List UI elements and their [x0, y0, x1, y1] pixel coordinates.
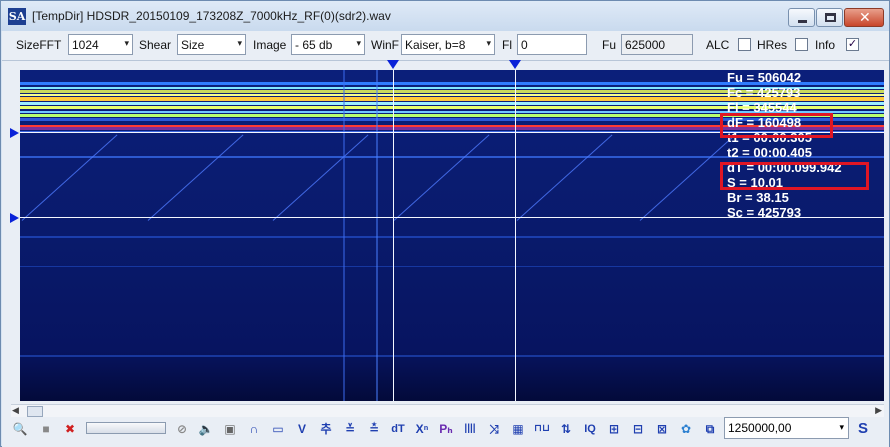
rectangle-icon[interactable]: ▭ [268, 419, 288, 439]
app-icon[interactable]: SA [8, 8, 26, 25]
scroll-thumb[interactable] [27, 406, 43, 417]
sizefft-select[interactable]: 1024 ▾ [68, 34, 133, 55]
shear-select[interactable]: Size ▾ [177, 34, 246, 55]
info-fc: Fc = 425793 [727, 85, 801, 100]
title-bar[interactable]: SA [TempDir] HDSDR_20150109_173208Z_7000… [1, 1, 889, 31]
dt-highlight-box [720, 162, 869, 190]
iq-icon[interactable]: IQ [580, 419, 600, 439]
image-value: - 65 db [295, 38, 333, 52]
hres-label: HRes [757, 38, 788, 52]
xn-icon[interactable]: Xⁿ [412, 419, 432, 439]
fu-input[interactable]: 625000 [621, 34, 693, 55]
stop-icon[interactable]: ▣ [220, 419, 240, 439]
cursor-marker-right-icon[interactable] [509, 60, 521, 69]
measurement-info: Fu = 506042 Fc = 425793 Fl = 345544 dF =… [727, 70, 842, 220]
check-icon: ✓ [847, 38, 858, 50]
updown-icon[interactable]: ⇅ [556, 419, 576, 439]
scroll-right-icon[interactable]: ▶ [875, 405, 882, 416]
vertical-trace [376, 70, 378, 401]
winf-value: Kaiser, b=8 [405, 38, 466, 52]
winf-label: WinF [371, 38, 399, 52]
pattern-b-icon[interactable]: ⊟ [628, 419, 648, 439]
v-shape-icon[interactable]: V [292, 419, 312, 439]
pattern-c-icon[interactable]: ⊠ [652, 419, 672, 439]
info-br: Br = 38.15 [727, 190, 789, 205]
chevron-down-icon: ▾ [839, 422, 844, 432]
maximize-icon [825, 13, 836, 22]
sweep-trace [272, 134, 369, 221]
table-icon[interactable]: ▦ [508, 419, 528, 439]
cross-arrows-icon[interactable]: ⤨ [484, 419, 504, 439]
window-title: [TempDir] HDSDR_20150109_173208Z_7000kHz… [32, 9, 391, 23]
bars-icon[interactable]: |||| [460, 419, 480, 439]
up-marker-icon[interactable]: 추 [316, 419, 336, 439]
fu-label: Fu [602, 38, 617, 52]
gear-icon[interactable]: ✿ [676, 419, 696, 439]
speaker-icon[interactable]: 🔈 [196, 419, 216, 439]
fl-label: Fl [502, 38, 512, 52]
cursor-marker-bottom-icon[interactable] [10, 213, 19, 223]
hres-checkbox[interactable] [795, 38, 808, 51]
signal-band [20, 236, 884, 238]
spectrogram-panel: Fu = 506042 Fc = 425793 Fl = 345544 dF =… [2, 60, 889, 402]
zoom-icon[interactable]: 🔍 [10, 419, 30, 439]
info-label: Info [815, 38, 836, 52]
ph-icon[interactable]: Pₕ [436, 419, 456, 439]
vertical-trace [343, 70, 345, 401]
frequency-value: 1250000,00 [728, 421, 792, 435]
alc-checkbox[interactable] [738, 38, 751, 51]
s-icon[interactable]: S [853, 419, 873, 439]
chevron-down-icon: ▾ [237, 38, 242, 48]
no-icon[interactable]: ⊘ [172, 419, 192, 439]
square-wave-icon[interactable]: ⊓⊔ [532, 419, 552, 439]
signal-band [20, 355, 884, 357]
down-marker-icon[interactable]: ≚ [340, 419, 360, 439]
scroll-left-icon[interactable]: ◀ [12, 405, 19, 416]
sweep-trace [393, 134, 490, 221]
cursor-marker-left-icon[interactable] [387, 60, 399, 69]
signal-band [20, 266, 884, 267]
save-icon[interactable]: ■ [36, 419, 56, 439]
image-select[interactable]: - 65 db ▾ [291, 34, 365, 55]
copy-icon[interactable]: ⧉ [700, 419, 720, 439]
double-marker-icon[interactable]: ≛ [364, 419, 384, 439]
frequency-select[interactable]: 1250000,00 ▾ [724, 417, 849, 439]
sizefft-label: SizeFFT [16, 38, 62, 52]
cursor-marker-top-icon[interactable] [10, 128, 19, 138]
sweep-trace [147, 134, 244, 221]
sweep-trace [516, 134, 613, 221]
alc-label: ALC [706, 38, 730, 52]
winf-select[interactable]: Kaiser, b=8 ▾ [401, 34, 495, 55]
close-button[interactable]: ✕ [844, 8, 884, 27]
horizontal-scrollbar[interactable]: ◀ ▶ [11, 404, 884, 417]
close-icon: ✕ [859, 9, 871, 25]
maximize-button[interactable] [816, 8, 843, 27]
info-checkbox[interactable]: ✓ [846, 38, 859, 51]
minimize-button[interactable] [788, 8, 815, 27]
app-window: SA [TempDir] HDSDR_20150109_173208Z_7000… [0, 0, 890, 447]
sizefft-value: 1024 [72, 38, 99, 52]
pattern-a-icon[interactable]: ⊞ [604, 419, 624, 439]
info-sc: Sc = 425793 [727, 205, 802, 220]
image-label: Image [253, 38, 287, 52]
arc-icon[interactable]: ∩ [244, 419, 264, 439]
shear-value: Size [181, 38, 205, 52]
bottom-toolbar: ◀ ▶ 🔍 ■ ✖ ⊘ 🔈 ▣ ∩ ▭ V 추 ≚ ≛ dT Xⁿ Pₕ |||… [2, 402, 889, 447]
info-t2: t2 = 00:00.405 [727, 145, 812, 160]
volume-slider[interactable] [86, 422, 166, 434]
chevron-down-icon: ▾ [486, 38, 491, 48]
shear-label: Shear [139, 38, 172, 52]
info-fu: Fu = 506042 [727, 70, 802, 85]
minimize-icon [798, 20, 807, 23]
time-cursor-right[interactable] [515, 70, 516, 401]
delete-icon[interactable]: ✖ [60, 419, 80, 439]
chevron-down-icon: ▾ [356, 38, 361, 48]
fl-input[interactable]: 0 [517, 34, 587, 55]
chevron-down-icon: ▾ [124, 38, 129, 48]
top-toolbar: SizeFFT 1024 ▾ Shear Size ▾ Image - 65 db ▾… [2, 31, 889, 61]
time-cursor-left[interactable] [393, 70, 394, 401]
sweep-trace [21, 134, 118, 221]
dt-icon[interactable]: dT [388, 419, 408, 439]
df-highlight-box [720, 113, 833, 138]
